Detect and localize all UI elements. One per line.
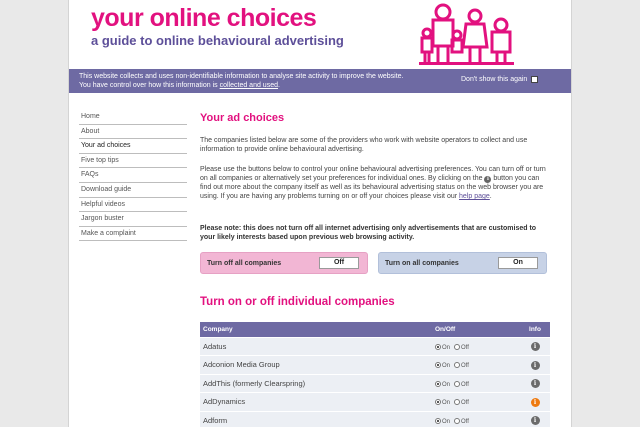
- info-cell: i: [520, 355, 550, 375]
- cookie-text: This website collects and uses non-ident…: [79, 72, 459, 90]
- sidebar-item-helpful-videos[interactable]: Helpful videos: [79, 198, 187, 213]
- off-radio[interactable]: [454, 380, 461, 387]
- company-name: Adconion Media Group: [200, 355, 432, 375]
- main-content: Your ad choices The companies listed bel…: [200, 112, 550, 427]
- table-row: Adconion Media Group On Off i: [200, 355, 550, 375]
- on-radio[interactable]: [435, 362, 441, 369]
- sidebar-item-faqs[interactable]: FAQs: [79, 168, 187, 183]
- on-radio[interactable]: [435, 380, 441, 387]
- off-radio-label: Off: [461, 418, 469, 425]
- info-icon[interactable]: i: [530, 360, 540, 370]
- info-icon[interactable]: i: [530, 397, 540, 407]
- sidebar-item-home[interactable]: Home: [79, 110, 187, 125]
- cookie-banner: This website collects and uses non-ident…: [69, 69, 571, 93]
- site-subtitle: a guide to online behavioural advertisin…: [91, 33, 344, 48]
- note-text: Please note: this does not turn off all …: [200, 225, 537, 241]
- info-icon[interactable]: i: [530, 342, 540, 352]
- onoff-cell: On Off: [432, 374, 520, 393]
- company-name: AdDynamics: [200, 392, 432, 412]
- info-cell: i: [520, 392, 550, 412]
- company-name: AddThis (formerly Clearspring): [200, 374, 432, 393]
- turn-on-all-panel: Turn on all companies On: [378, 252, 547, 274]
- info-cell: i: [520, 411, 550, 427]
- on-radio[interactable]: [435, 343, 441, 350]
- sidebar-item-your-ad-choices[interactable]: Your ad choices: [79, 139, 187, 154]
- cookie-text-period: .: [278, 82, 280, 89]
- dont-show-again[interactable]: Don't show this again: [461, 76, 539, 83]
- instructions-end: .: [489, 193, 492, 200]
- dont-show-again-checkbox[interactable]: [531, 76, 539, 83]
- site-title[interactable]: your online choices: [91, 4, 317, 32]
- company-name: Adform: [200, 411, 432, 427]
- dont-show-again-label: Don't show this again: [461, 76, 528, 83]
- table-row: AdDynamics On Off i: [200, 392, 550, 412]
- off-radio-label: Off: [461, 381, 469, 388]
- off-radio-label: Off: [461, 363, 469, 370]
- onoff-cell: On Off: [432, 392, 520, 412]
- info-cell: i: [520, 337, 550, 356]
- companies-title: Turn on or off individual companies: [200, 296, 395, 308]
- sidebar-item-jargon-buster[interactable]: Jargon buster: [79, 212, 187, 227]
- help-page-link[interactable]: help page: [459, 193, 490, 200]
- sidebar-item-about[interactable]: About: [79, 125, 187, 140]
- onoff-cell: On Off: [432, 411, 520, 427]
- on-radio-label: On: [442, 381, 451, 388]
- off-radio[interactable]: [454, 362, 461, 369]
- sidebar-item-five-top-tips[interactable]: Five top tips: [79, 154, 187, 169]
- sidebar-item-make-a-complaint[interactable]: Make a complaint: [79, 227, 187, 242]
- turn-on-all-button[interactable]: On: [498, 257, 538, 269]
- cookie-text-line1: This website collects and uses non-ident…: [79, 73, 404, 80]
- on-radio-label: On: [442, 418, 451, 425]
- turn-on-all-label: Turn on all companies: [385, 259, 459, 267]
- header-company: Company: [200, 322, 432, 338]
- table-row: AddThis (formerly Clearspring) On Off i: [200, 374, 550, 393]
- site-header: your online choices a guide to online be…: [69, 0, 571, 68]
- onoff-cell: On Off: [432, 337, 520, 356]
- info-icon[interactable]: i: [530, 416, 540, 426]
- header-onoff: On/Off: [432, 322, 520, 338]
- page-title: Your ad choices: [200, 112, 285, 124]
- companies-table: Company On/Off Info Adatus On Off i Adconion…: [200, 322, 550, 427]
- intro-text: The companies listed below are some of t…: [200, 137, 528, 153]
- on-radio-label: On: [442, 400, 451, 407]
- on-radio[interactable]: [435, 417, 441, 424]
- turn-off-all-label: Turn off all companies: [207, 259, 282, 267]
- company-name: Adatus: [200, 337, 432, 356]
- header-info: Info: [520, 322, 550, 338]
- off-radio[interactable]: [454, 399, 461, 406]
- instructions-text: Please use the buttons below to control …: [200, 165, 550, 201]
- table-row: Adatus On Off i: [200, 337, 550, 356]
- turn-off-all-panel: Turn off all companies Off: [200, 252, 368, 274]
- page: your online choices a guide to online be…: [68, 0, 572, 427]
- off-radio-label: Off: [461, 344, 469, 351]
- sidebar-item-download-guide[interactable]: Download guide: [79, 183, 187, 198]
- off-radio-label: Off: [461, 400, 469, 407]
- table-row: Adform On Off i: [200, 411, 550, 427]
- collected-and-used-link[interactable]: collected and used: [220, 82, 278, 89]
- companies-table-body: Adatus On Off i Adconion Media Group On Off i Ad…: [200, 337, 550, 427]
- turn-off-all-button[interactable]: Off: [319, 257, 359, 269]
- off-radio[interactable]: [454, 343, 461, 350]
- on-radio-label: On: [442, 363, 451, 370]
- family-logo-icon: [419, 3, 514, 65]
- sidebar-nav: Home About Your ad choices Five top tips…: [79, 110, 187, 242]
- off-radio[interactable]: [454, 417, 461, 424]
- info-cell: i: [520, 374, 550, 393]
- table-header-row: Company On/Off Info: [200, 322, 550, 338]
- on-radio[interactable]: [435, 399, 441, 406]
- info-icon[interactable]: i: [530, 379, 540, 389]
- cookie-text-line2: You have control over how this informati…: [79, 82, 220, 89]
- onoff-cell: On Off: [432, 355, 520, 375]
- on-radio-label: On: [442, 344, 451, 351]
- info-icon: i: [484, 176, 492, 183]
